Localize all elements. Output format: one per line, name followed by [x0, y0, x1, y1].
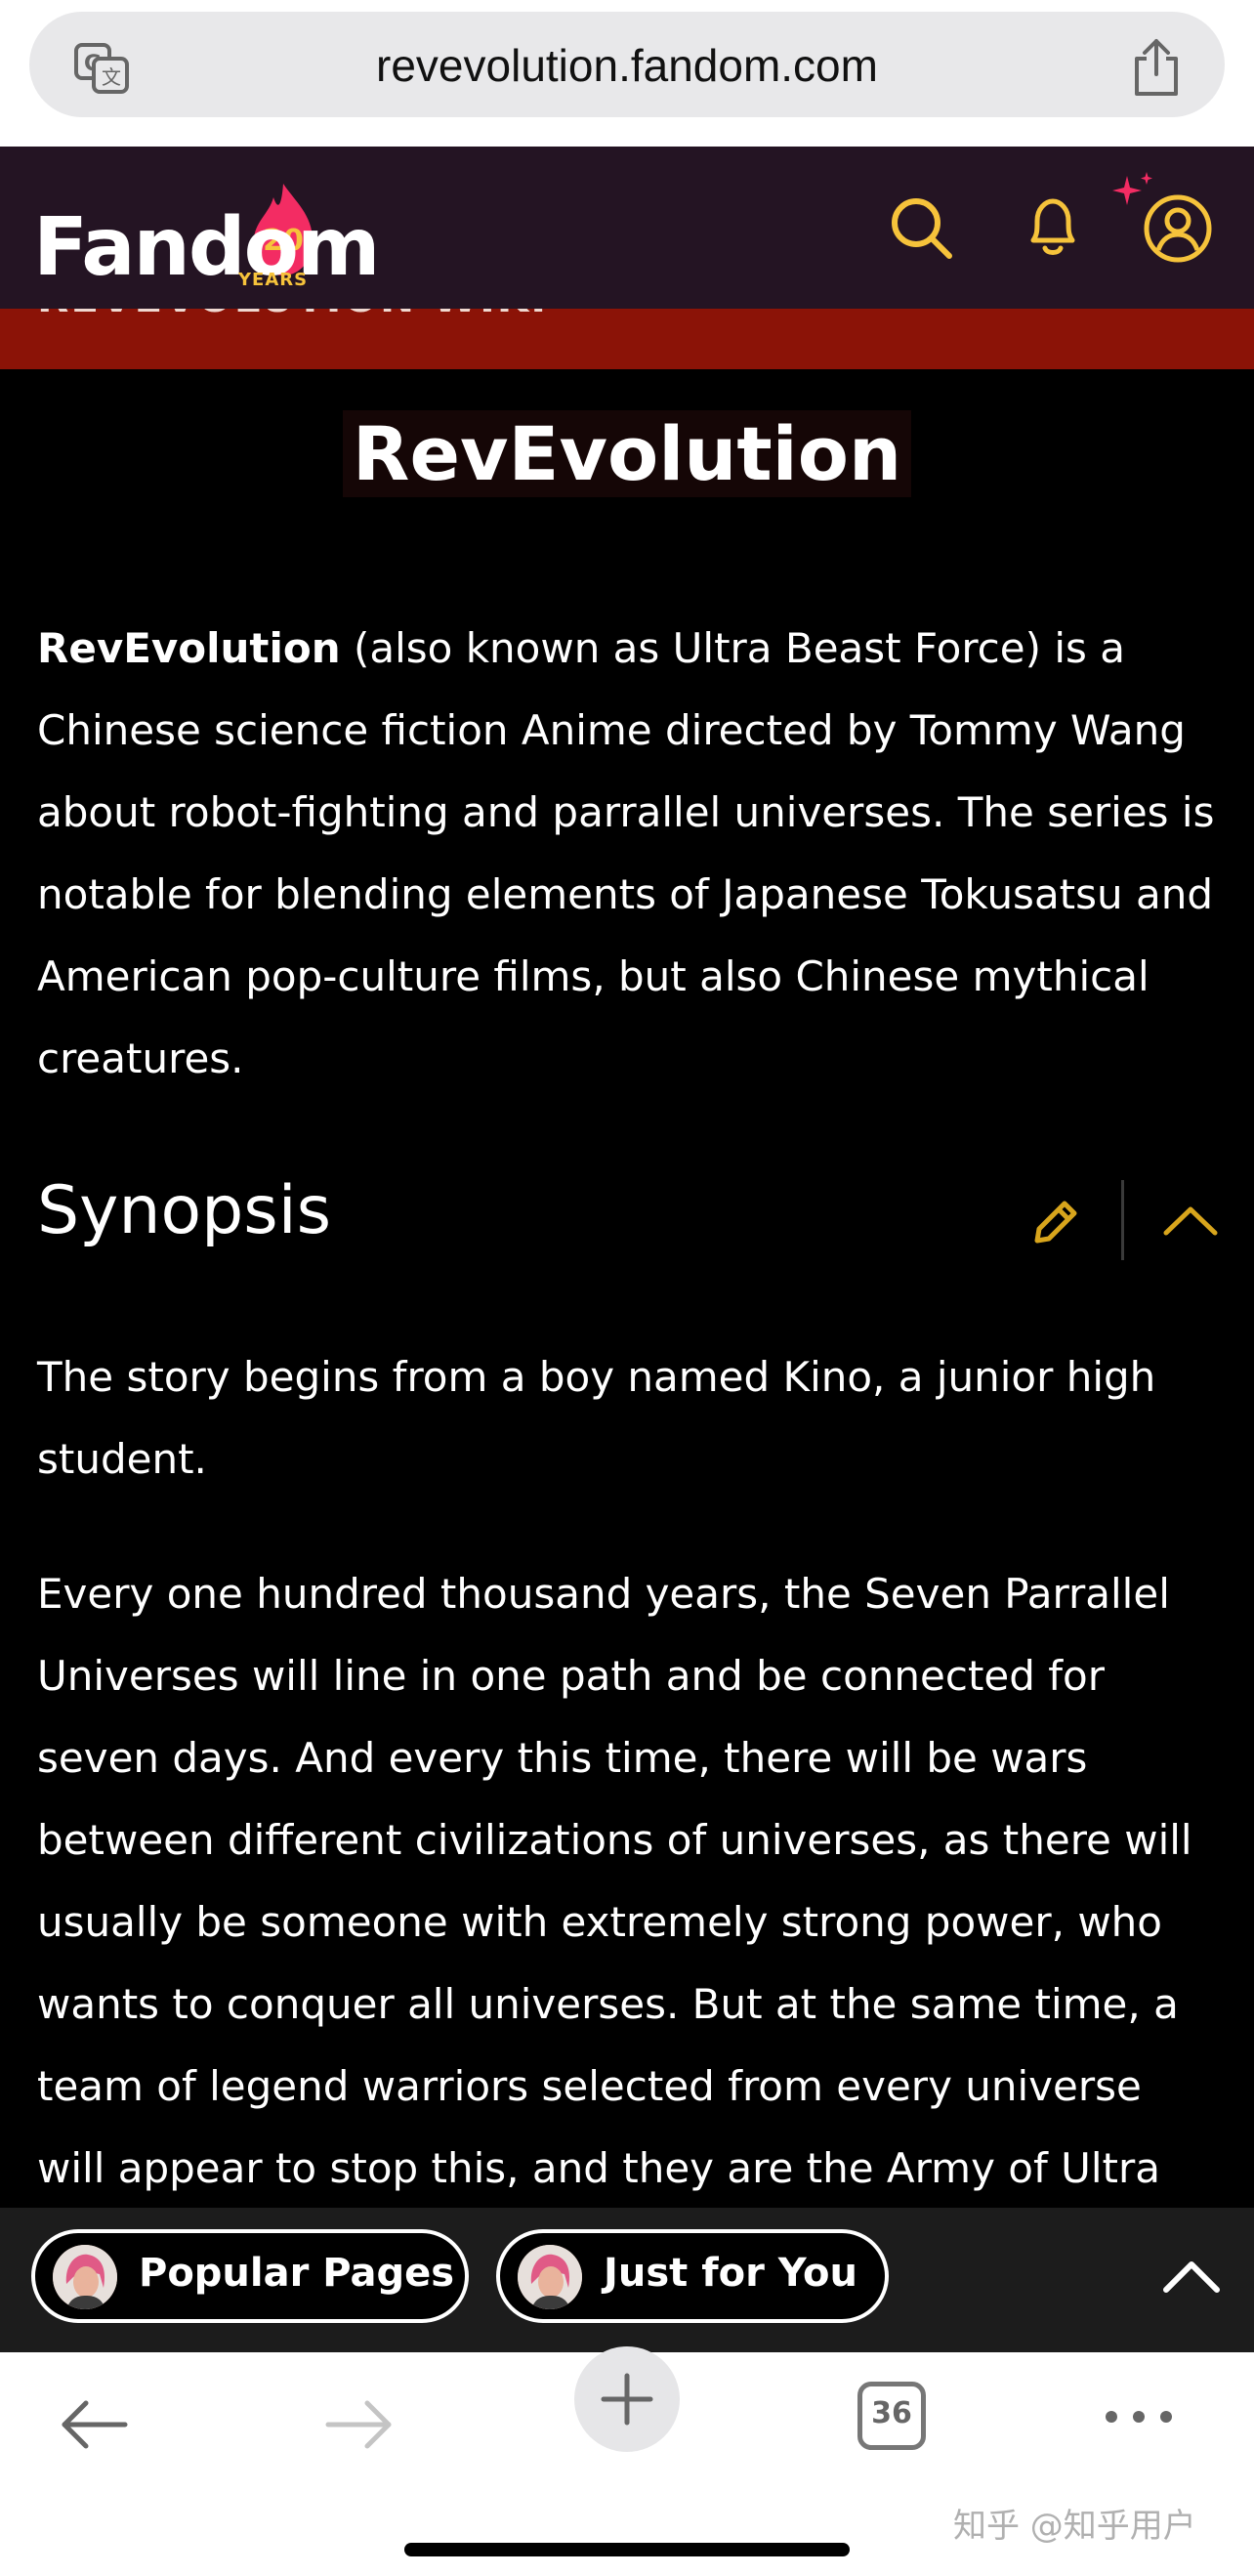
avatar [53, 2245, 117, 2309]
synopsis-paragraph-1: The story begins from a boy named Kino, … [37, 1353, 1156, 1483]
home-indicator[interactable] [404, 2543, 850, 2556]
tab-count: 36 [871, 2396, 912, 2430]
page-title: RevEvolution [0, 410, 1254, 497]
plus-icon [601, 2373, 653, 2426]
more-options-icon[interactable] [1102, 2407, 1176, 2427]
chevron-up-icon[interactable] [1162, 1200, 1219, 1239]
fandom-logo[interactable]: 20 Fandom YEARS [33, 184, 385, 297]
forward-arrow-icon[interactable] [322, 2395, 397, 2454]
intro-paragraph: RevEvolution (also known as Ultra Beast … [37, 608, 1219, 1100]
wiki-bar-title[interactable]: REVEVOLUTION WIKI [37, 309, 548, 321]
logo-years: YEARS [238, 270, 309, 290]
watermark: 知乎 @知乎用户 [953, 2507, 1196, 2546]
address-bar[interactable]: G 文 revevolution.fandom.com [29, 12, 1225, 117]
chevron-up-icon[interactable] [1162, 2257, 1221, 2296]
intro-bold: RevEvolution [37, 624, 341, 672]
popular-pages-button[interactable]: Popular Pages [31, 2229, 469, 2323]
page-title-text: RevEvolution [342, 410, 912, 497]
user-account-icon[interactable] [1141, 191, 1215, 266]
edit-pencil-icon[interactable] [1027, 1194, 1084, 1250]
popular-pages-label: Popular Pages [139, 2251, 455, 2296]
wiki-title-bar: REVEVOLUTION WIKI [0, 309, 1254, 369]
synopsis-paragraph-2: Every one hundred thousand years, the Se… [37, 1570, 1192, 2192]
section-divider [1121, 1180, 1124, 1260]
recommendations-bar: Popular Pages Just for You [0, 2208, 1254, 2352]
tabs-button[interactable]: 36 [857, 2382, 926, 2450]
avatar [518, 2245, 582, 2309]
fandom-header: 20 Fandom YEARS [0, 147, 1254, 309]
just-for-you-label: Just for You [604, 2251, 857, 2296]
section-heading-synopsis: Synopsis [37, 1172, 332, 1249]
logo-text: Fandom [33, 201, 380, 294]
bell-icon[interactable] [1016, 191, 1090, 266]
back-arrow-icon[interactable] [57, 2395, 131, 2454]
browser-toolbar: 36 知乎 @知乎用户 [0, 2346, 1254, 2576]
intro-text: (also known as Ultra Beast Force) is a C… [37, 624, 1215, 1082]
just-for-you-button[interactable]: Just for You [496, 2229, 889, 2323]
new-tab-button[interactable] [574, 2346, 680, 2452]
browser-address-area: G 文 revevolution.fandom.com [0, 0, 1254, 147]
share-icon[interactable] [1131, 37, 1182, 98]
search-icon[interactable] [885, 191, 959, 266]
url-text[interactable]: revevolution.fandom.com [29, 39, 1225, 92]
